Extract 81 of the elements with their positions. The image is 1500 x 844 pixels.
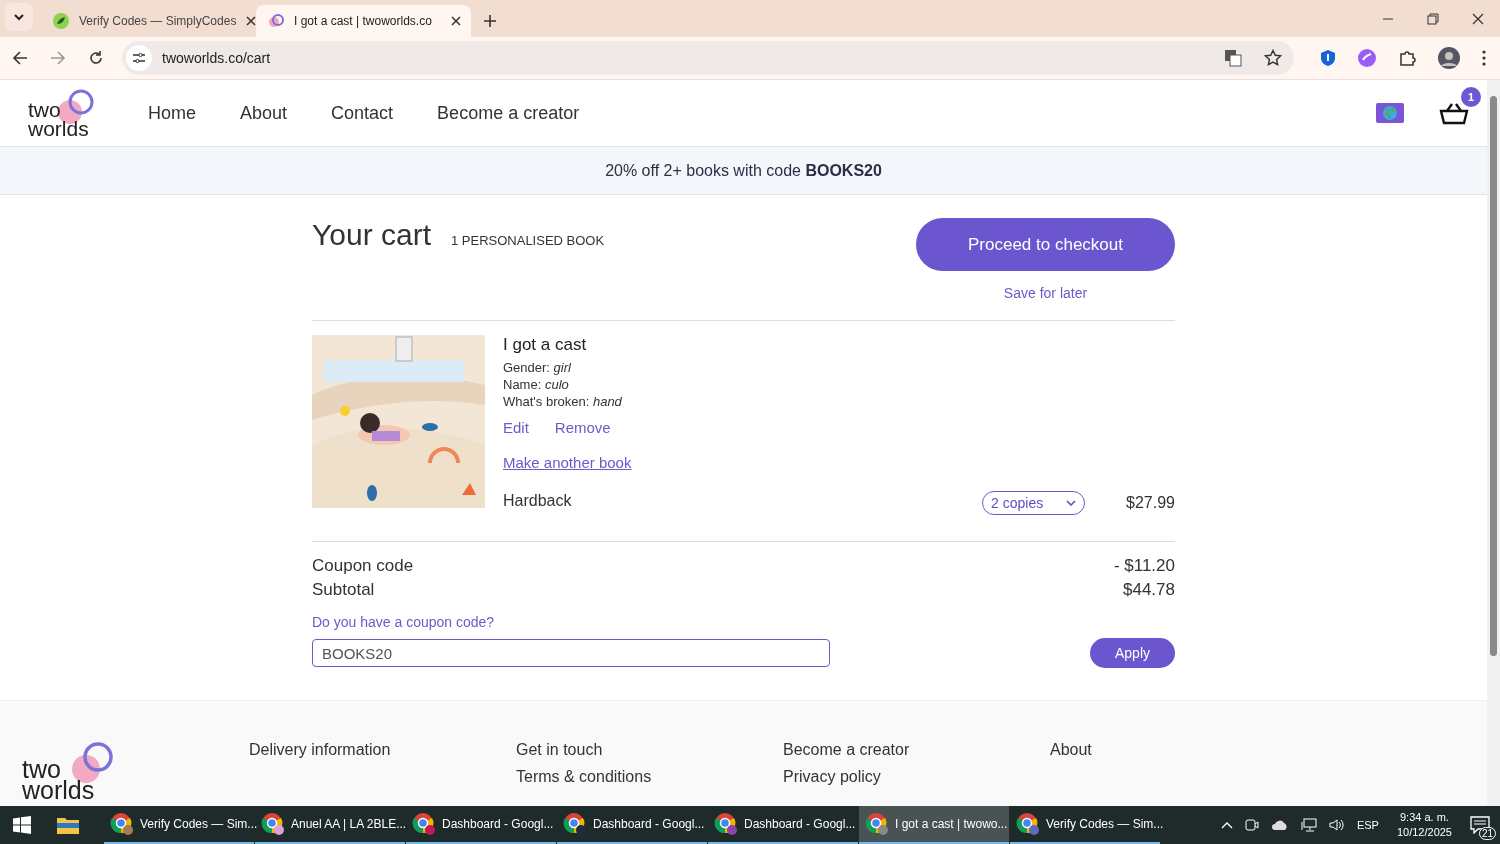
price: $27.99 bbox=[1126, 494, 1175, 512]
browser-tab[interactable]: Verify Codes — SimplyCodes bbox=[41, 5, 256, 37]
total-label: Coupon code bbox=[312, 555, 414, 577]
logo[interactable]: two worlds bbox=[22, 741, 249, 801]
browser-icon bbox=[563, 812, 587, 836]
taskbar-button[interactable]: Dashboard - Googl... bbox=[708, 806, 858, 844]
browser-icon bbox=[412, 812, 436, 836]
book-option: Name: culo bbox=[503, 376, 1175, 393]
save-for-later-link[interactable]: Save for later bbox=[1003, 285, 1088, 301]
promo-banner: 20% off 2+ books with code BOOKS20 bbox=[0, 147, 1487, 195]
clock[interactable]: 9:34 a. m. 10/12/2025 bbox=[1396, 810, 1452, 840]
total-label: Subtotal bbox=[312, 579, 375, 601]
browser-icon bbox=[714, 812, 738, 836]
windows-icon[interactable] bbox=[13, 816, 31, 834]
item-count: 1 PERSONALISED BOOK bbox=[450, 233, 605, 248]
new-tab-icon[interactable] bbox=[483, 14, 497, 28]
make-another-book-link[interactable]: Make another book bbox=[503, 454, 632, 471]
basket-icon[interactable] bbox=[1439, 101, 1469, 125]
close-icon[interactable] bbox=[246, 16, 257, 26]
total-value: - $11.20 bbox=[1113, 555, 1175, 577]
footer-link[interactable]: Get in touch bbox=[516, 741, 783, 759]
extension-badge-icon[interactable] bbox=[1358, 49, 1376, 67]
notification-count: 21 bbox=[1478, 827, 1496, 840]
footer-link[interactable]: Privacy policy bbox=[783, 768, 1050, 786]
logo[interactable]: two worlds bbox=[28, 88, 98, 138]
browser-icon bbox=[865, 812, 889, 836]
close-icon[interactable] bbox=[1472, 12, 1484, 25]
scrollbar[interactable] bbox=[1487, 80, 1500, 806]
forward-icon[interactable] bbox=[50, 50, 66, 66]
folder-icon[interactable] bbox=[57, 816, 79, 834]
translate-icon[interactable] bbox=[1224, 49, 1242, 67]
cart-count-badge: 1 bbox=[1461, 87, 1481, 107]
tab-list-icon[interactable] bbox=[5, 2, 33, 31]
nav-link[interactable]: Contact bbox=[331, 102, 394, 124]
leaf-icon bbox=[53, 13, 69, 29]
footer-link[interactable]: Delivery information bbox=[249, 741, 516, 759]
cloud-icon[interactable] bbox=[1270, 819, 1289, 831]
footer-link[interactable]: About bbox=[1050, 741, 1317, 759]
puzzle-icon[interactable] bbox=[1398, 49, 1416, 67]
menu-icon[interactable] bbox=[1482, 50, 1486, 66]
reload-icon[interactable] bbox=[88, 50, 104, 66]
coupon-field[interactable]: BOOKS20 bbox=[312, 639, 830, 667]
site-settings-icon[interactable] bbox=[126, 45, 152, 71]
meet-icon[interactable] bbox=[1244, 817, 1259, 833]
total-value: $44.78 bbox=[1123, 579, 1175, 601]
cart-title: Your cart bbox=[312, 218, 431, 252]
url-text: twoworlds.co/cart bbox=[162, 50, 271, 66]
book-option: What's broken: hand bbox=[503, 393, 1175, 410]
browser-icon bbox=[1016, 812, 1040, 836]
language-indicator[interactable]: ESP bbox=[1356, 819, 1379, 831]
back-icon[interactable] bbox=[12, 50, 28, 66]
circles-icon bbox=[268, 13, 284, 29]
book-title: I got a cast bbox=[503, 335, 588, 355]
nav-link[interactable]: Home bbox=[148, 102, 196, 124]
format-label: Hardback bbox=[503, 492, 572, 510]
close-icon[interactable] bbox=[451, 16, 461, 26]
avatar-icon[interactable] bbox=[1438, 47, 1460, 69]
network-icon[interactable] bbox=[1300, 818, 1317, 832]
nav-link[interactable]: Become a creator bbox=[437, 102, 580, 124]
address-bar[interactable]: twoworlds.co/cart bbox=[122, 41, 1294, 75]
edit-link[interactable]: Edit bbox=[503, 419, 529, 436]
browser-tab[interactable]: I got a cast | twoworlds.co bbox=[256, 5, 471, 37]
browser-icon bbox=[261, 812, 285, 836]
taskbar-button[interactable]: Dashboard - Googl... bbox=[557, 806, 707, 844]
restore-icon[interactable] bbox=[1427, 12, 1439, 25]
chevron-up-icon[interactable] bbox=[1220, 821, 1233, 829]
volume-icon[interactable] bbox=[1328, 818, 1345, 832]
remove-link[interactable]: Remove bbox=[554, 419, 611, 436]
taskbar-button[interactable]: I got a cast | twowo... bbox=[859, 806, 1009, 844]
apply-button[interactable]: Apply bbox=[1090, 638, 1175, 668]
browser-icon bbox=[110, 812, 134, 836]
checkout-button[interactable]: Proceed to checkout bbox=[916, 218, 1175, 271]
footer-link[interactable]: Terms & conditions bbox=[516, 768, 783, 786]
coupon-prompt: Do you have a coupon code? bbox=[312, 614, 496, 630]
book-option: Gender: girl bbox=[503, 359, 1175, 376]
footer-link[interactable]: Become a creator bbox=[783, 741, 1050, 759]
nav-link[interactable]: About bbox=[240, 102, 288, 124]
chevron-down-icon bbox=[1066, 500, 1077, 506]
star-icon[interactable] bbox=[1264, 49, 1282, 67]
shield-icon[interactable] bbox=[1320, 49, 1336, 67]
taskbar-button[interactable]: Dashboard - Googl... bbox=[406, 806, 556, 844]
